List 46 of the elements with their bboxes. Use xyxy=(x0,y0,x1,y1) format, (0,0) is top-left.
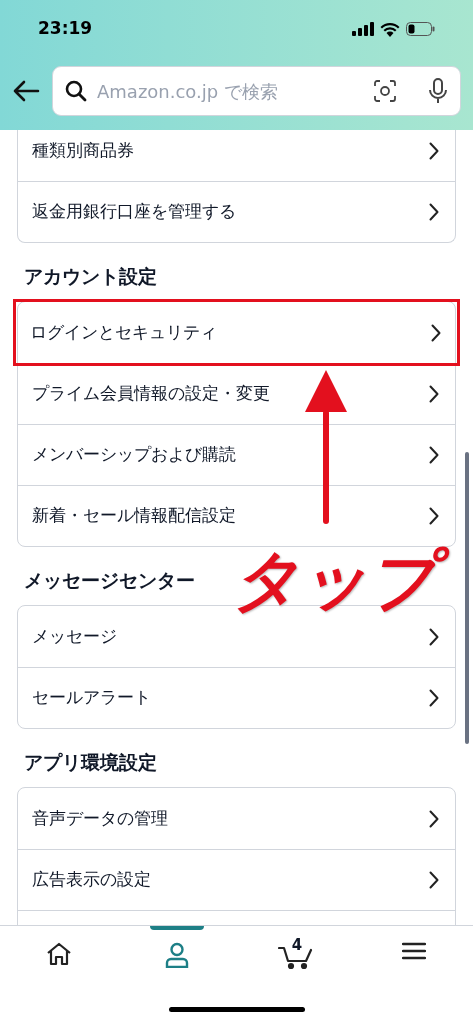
cart-count: 4 xyxy=(291,935,303,956)
section-heading: アプリ環境設定 xyxy=(24,749,157,775)
settings-row[interactable]: 種類別商品券 xyxy=(18,130,455,181)
chevron-right-icon xyxy=(429,141,439,160)
section-heading: アカウント設定 xyxy=(24,263,157,289)
wifi-icon xyxy=(380,21,400,37)
settings-row[interactable]: 返金用銀行口座を管理する xyxy=(18,181,455,242)
row-label: プライム会員情報の設定・変更 xyxy=(32,382,270,406)
chevron-right-icon xyxy=(429,507,439,525)
battery-icon xyxy=(406,22,435,36)
row-label: 広告表示の設定 xyxy=(32,868,151,892)
chevron-right-icon xyxy=(429,871,439,889)
chevron-right-icon xyxy=(431,323,441,342)
chevron-right-icon xyxy=(429,689,439,707)
search-icon xyxy=(65,80,87,102)
search-input[interactable]: Amazon.co.jp で検索 xyxy=(97,77,364,105)
row-label: 種類別商品券 xyxy=(32,138,134,162)
microphone-icon[interactable] xyxy=(428,78,448,104)
selected-tab-indicator xyxy=(150,926,205,930)
status-time: 23:19 xyxy=(38,17,93,41)
chevron-right-icon xyxy=(429,809,439,828)
chevron-right-icon xyxy=(429,385,439,403)
row-label: ログインとセキュリティ xyxy=(30,320,217,344)
row-label: メンバーシップおよび購読 xyxy=(32,443,236,467)
settings-row[interactable]: セールアラート xyxy=(18,667,455,728)
settings-row[interactable]: 音声データの管理 xyxy=(18,788,455,849)
row-label: メッセージ xyxy=(32,624,117,648)
settings-row[interactable]: 広告表示の設定 xyxy=(18,849,455,910)
section-heading: メッセージセンター xyxy=(24,567,195,593)
chevron-right-icon xyxy=(429,446,439,464)
home-icon xyxy=(46,942,73,966)
person-icon xyxy=(165,942,190,968)
menu-icon xyxy=(401,942,426,960)
chevron-right-icon xyxy=(429,627,439,646)
row-label: 新着・セール情報配信設定 xyxy=(32,504,236,528)
search-field[interactable]: Amazon.co.jp で検索 xyxy=(52,66,461,116)
nav-tab[interactable]: 4 xyxy=(236,926,355,986)
chevron-right-icon xyxy=(429,203,439,221)
camera-scan-icon[interactable] xyxy=(374,80,396,102)
row-label: セールアラート xyxy=(32,686,151,710)
signal-icon xyxy=(352,22,374,36)
back-arrow-icon[interactable] xyxy=(12,80,40,102)
row-label: 返金用銀行口座を管理する xyxy=(32,200,236,224)
settings-row[interactable]: ログインとセキュリティ xyxy=(16,302,457,363)
row-label: 音声データの管理 xyxy=(32,806,168,830)
scrollbar[interactable] xyxy=(465,452,469,744)
